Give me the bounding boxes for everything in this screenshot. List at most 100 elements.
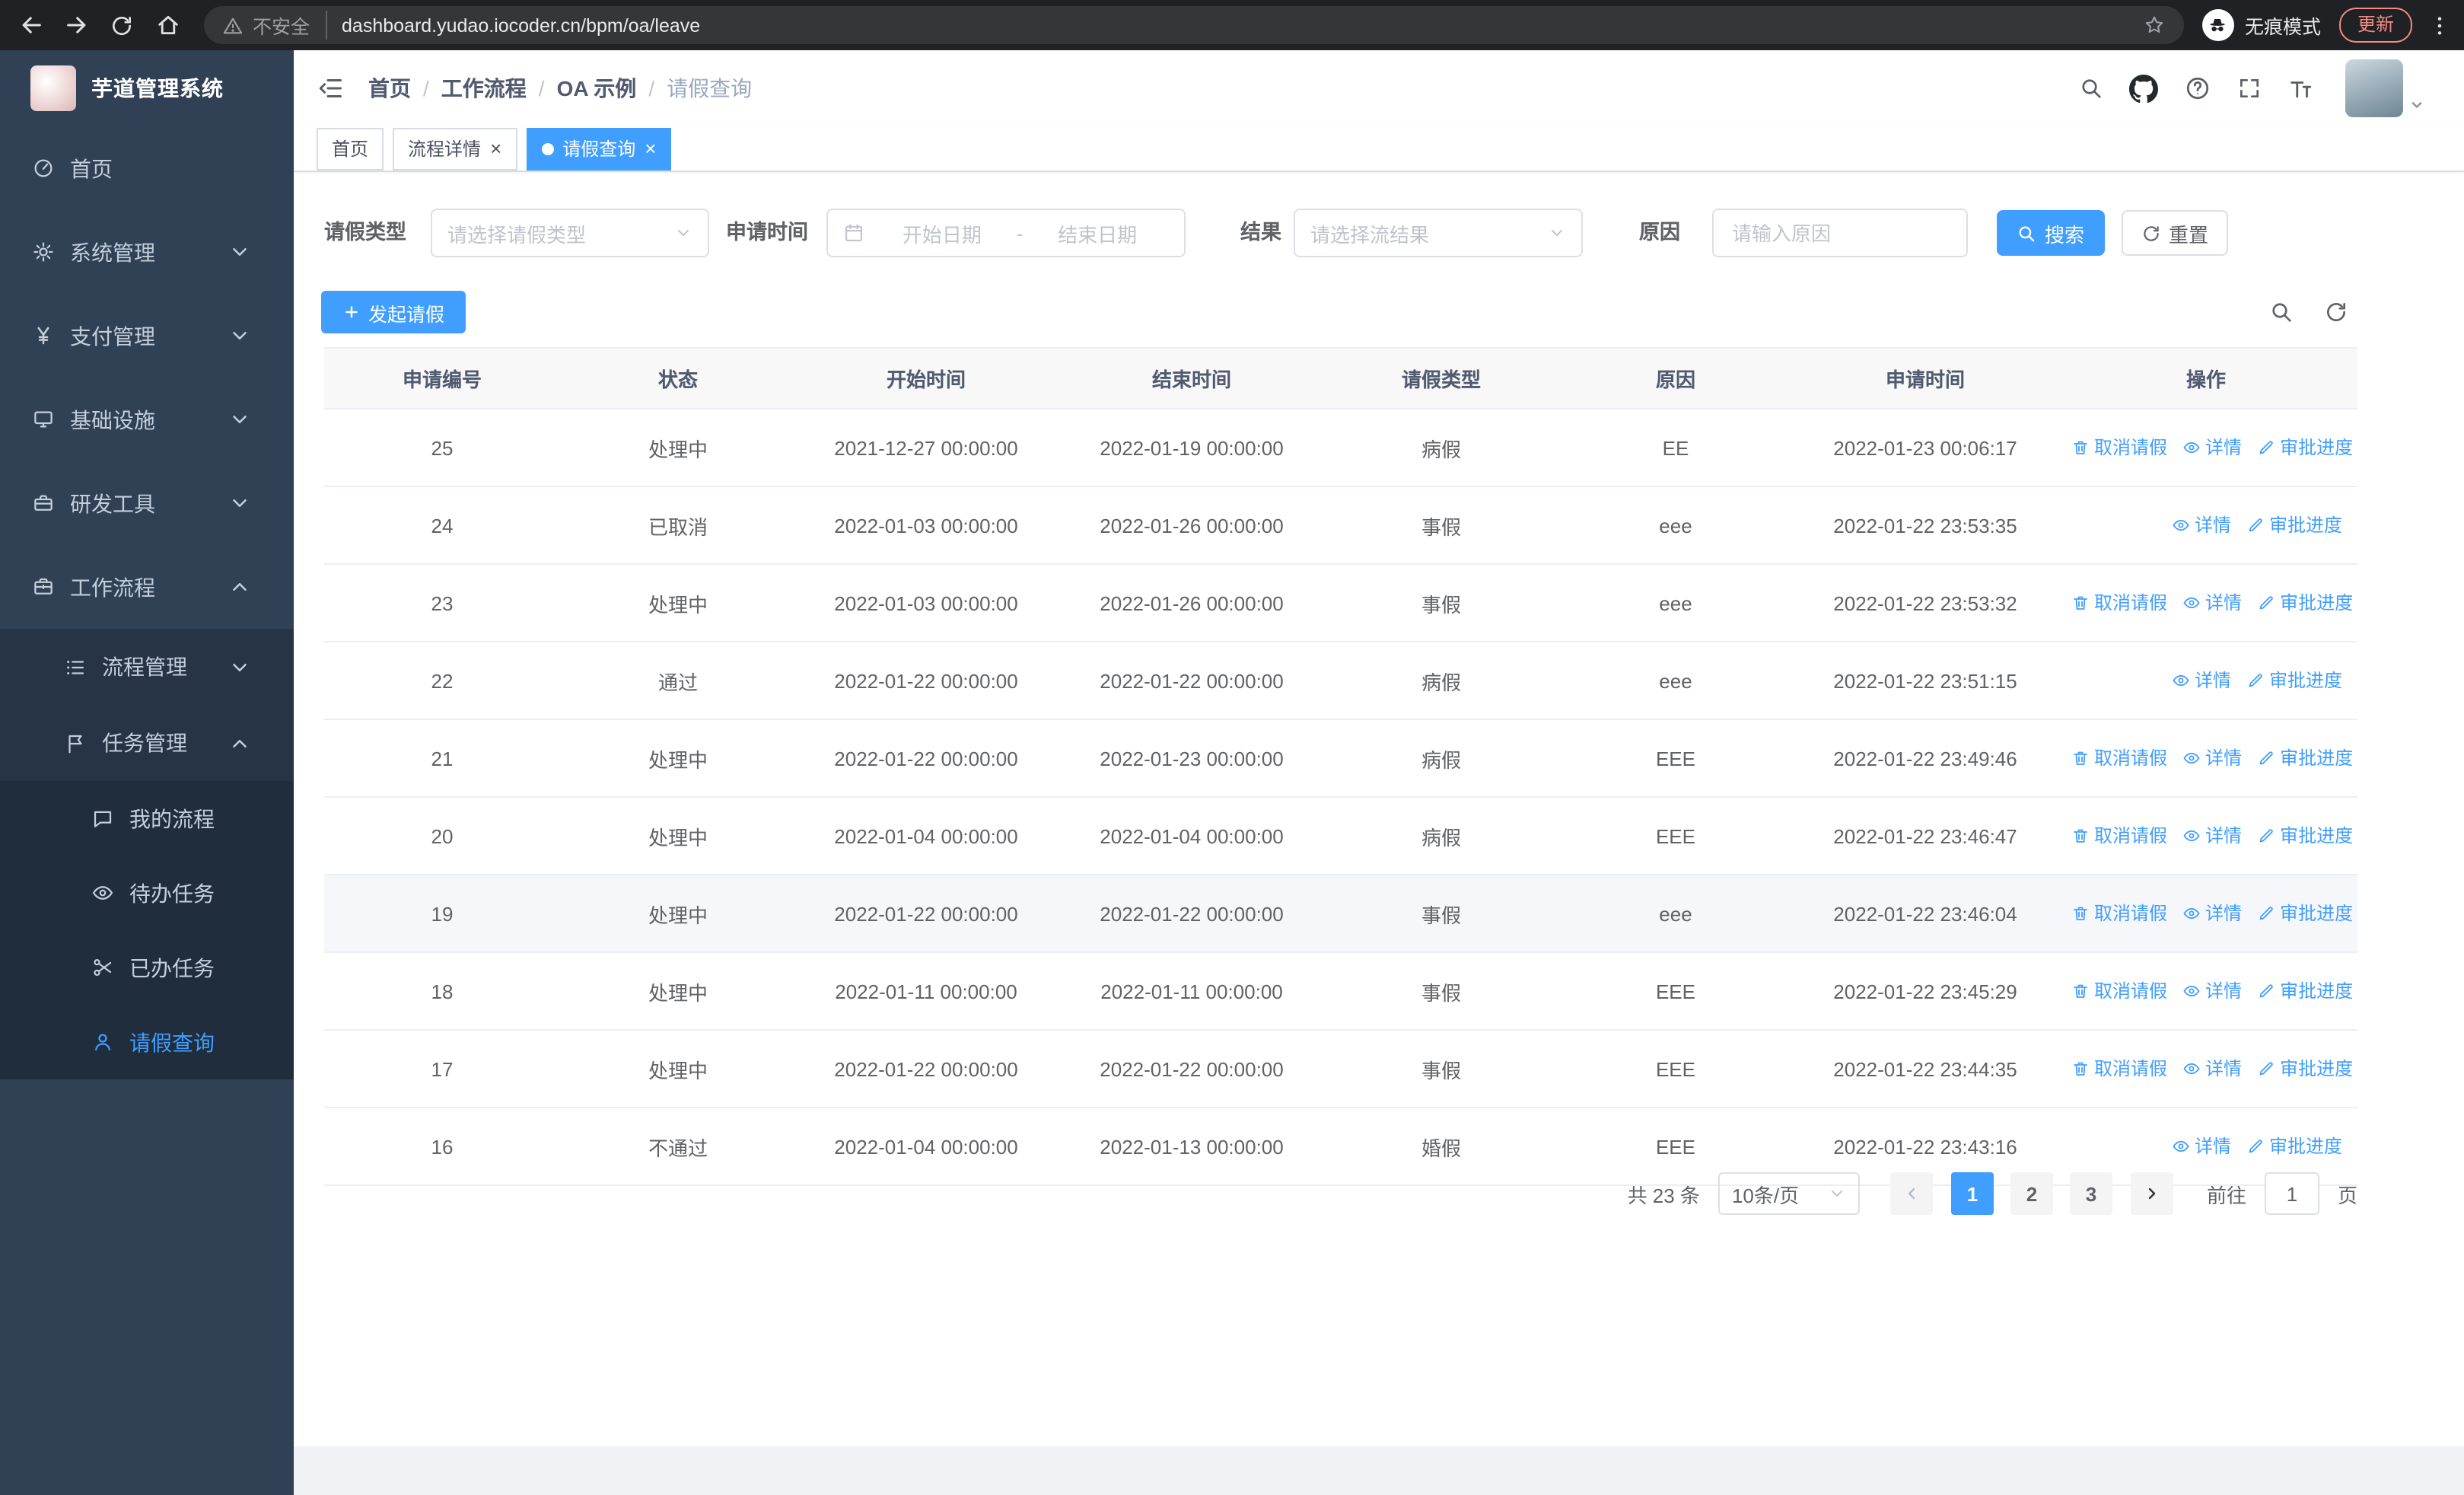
action-progress-link[interactable]: 审批进度 (2257, 435, 2353, 461)
page-button-1[interactable]: 1 (1950, 1172, 1994, 1215)
search-button[interactable]: 搜索 (1997, 210, 2105, 256)
leave-type-select[interactable]: 请选择请假类型 (431, 209, 709, 257)
sidebar-item-workflow[interactable]: 工作流程 (0, 545, 294, 629)
back-button[interactable] (9, 4, 52, 46)
action-progress-link[interactable]: 审批进度 (2246, 668, 2342, 693)
action-cancel-link[interactable]: 取消请假 (2071, 823, 2167, 849)
table-row: 23 处理中 2022-01-03 00:00:00 2022-01-26 00:00… (324, 564, 2357, 642)
cell-id: 17 (324, 1030, 560, 1108)
security-chip[interactable]: 不安全 (222, 11, 327, 40)
action-progress-link[interactable]: 审批进度 (2257, 901, 2353, 926)
page-size-select[interactable]: 10条/页 (1717, 1172, 1860, 1215)
search-toggle-icon[interactable] (2269, 300, 2294, 332)
sidebar-item-todo-tasks[interactable]: 待办任务 (0, 856, 294, 930)
github-icon[interactable] (2129, 74, 2158, 103)
action-cancel-link[interactable]: 取消请假 (2071, 978, 2167, 1004)
header-search-icon[interactable] (2079, 76, 2103, 100)
start-date-input[interactable]: 开始日期 (871, 218, 1014, 247)
user-menu[interactable] (2345, 59, 2424, 117)
fullscreen-icon[interactable] (2237, 76, 2262, 100)
prev-page-button[interactable] (1889, 1172, 1933, 1215)
goto-page-input[interactable] (2264, 1172, 2319, 1215)
sidebar-item-payment-management[interactable]: 支付管理 (0, 294, 294, 378)
action-progress-link[interactable]: 审批进度 (2246, 1133, 2342, 1159)
pagination-total: 共 23 条 (1627, 1184, 1700, 1207)
sidebar-item-dev-tools[interactable]: 研发工具 (0, 461, 294, 545)
sidebar-item-process-management[interactable]: 流程管理 (0, 629, 294, 705)
action-progress-link[interactable]: 审批进度 (2257, 590, 2353, 616)
action-detail-link[interactable]: 详情 (2182, 435, 2242, 461)
tab-item[interactable]: 首页 (317, 127, 384, 170)
tab-item[interactable]: 请假查询 × (526, 127, 672, 170)
action-detail-link[interactable]: 详情 (2182, 901, 2242, 926)
action-cancel-link[interactable]: 取消请假 (2071, 435, 2167, 461)
apply-time-range[interactable]: 开始日期 - 结束日期 (826, 209, 1186, 257)
sidebar-item-infrastructure[interactable]: 基础设施 (0, 378, 294, 461)
sidebar-item-leave-query[interactable]: 请假查询 (0, 1005, 294, 1079)
create-leave-button[interactable]: 发起请假 (321, 291, 466, 333)
action-detail-link[interactable]: 详情 (2182, 745, 2242, 771)
action-detail-link[interactable]: 详情 (2182, 823, 2242, 849)
cell-applied: 2022-01-23 00:06:17 (1796, 409, 2055, 487)
sidebar-item-my-process[interactable]: 我的流程 (0, 781, 294, 856)
action-label: 审批进度 (2280, 437, 2354, 459)
browser-menu-icon[interactable] (2427, 13, 2452, 37)
action-cancel-link[interactable]: 取消请假 (2071, 1056, 2167, 1082)
sidebar-item-done-tasks[interactable]: 已办任务 (0, 930, 294, 1005)
breadcrumb-item[interactable]: 首页 (368, 73, 411, 104)
update-button[interactable]: 更新 (2338, 8, 2412, 43)
action-cancel-link[interactable]: 取消请假 (2071, 590, 2167, 616)
sidebar-item-system-management[interactable]: 系统管理 (0, 210, 294, 294)
action-detail-link[interactable]: 详情 (2172, 1133, 2231, 1159)
breadcrumb-item[interactable]: 工作流程 (441, 73, 527, 104)
help-icon[interactable] (2184, 75, 2211, 102)
end-date-input[interactable]: 结束日期 (1026, 218, 1169, 247)
action-cancel-link[interactable]: 取消请假 (2071, 901, 2167, 926)
action-detail-link[interactable]: 详情 (2172, 668, 2231, 693)
url-bar[interactable]: 不安全 dashboard.yudao.iocoder.cn/bpm/oa/le… (204, 6, 2184, 44)
action-progress-link[interactable]: 审批进度 (2257, 745, 2353, 771)
breadcrumb-item[interactable]: OA 示例 (557, 73, 637, 104)
action-progress-link[interactable]: 审批进度 (2257, 823, 2353, 849)
next-page-button[interactable] (2130, 1172, 2173, 1215)
action-detail-link[interactable]: 详情 (2182, 590, 2242, 616)
reset-button[interactable]: 重置 (2122, 210, 2228, 256)
action-cancel-link[interactable]: 取消请假 (2071, 745, 2167, 771)
home-button[interactable] (146, 4, 189, 46)
action-progress-link[interactable]: 审批进度 (2257, 1056, 2353, 1082)
bookmark-star-icon[interactable] (2143, 14, 2166, 37)
action-progress-link[interactable]: 审批进度 (2246, 512, 2342, 538)
cell-start: 2022-01-04 00:00:00 (796, 797, 1056, 875)
close-tab-icon[interactable]: × (490, 139, 501, 158)
pen-icon (2257, 438, 2275, 457)
page-button-2[interactable]: 2 (2010, 1172, 2053, 1215)
trash-icon (2071, 438, 2090, 457)
table-refresh-icon[interactable] (2324, 300, 2348, 332)
eye-icon (2172, 516, 2190, 534)
sidebar-item-label: 待办任务 (129, 881, 215, 905)
action-label: 审批进度 (2280, 748, 2354, 770)
action-detail-link[interactable]: 详情 (2182, 1056, 2242, 1082)
cell-reason: EEE (1555, 1030, 1796, 1108)
page-button-3[interactable]: 3 (2069, 1172, 2112, 1215)
reason-input[interactable] (1712, 209, 1968, 257)
cell-reason: eee (1555, 564, 1796, 642)
action-detail-link[interactable]: 详情 (2172, 512, 2231, 538)
close-tab-icon[interactable]: × (645, 139, 656, 158)
forward-button[interactable] (55, 4, 97, 46)
result-select[interactable]: 请选择流结果 (1294, 209, 1583, 257)
cell-end: 2022-01-22 00:00:00 (1056, 1030, 1327, 1108)
reload-button[interactable] (100, 4, 143, 46)
user-icon (91, 1031, 114, 1054)
trash-icon (2071, 982, 2090, 1000)
action-progress-link[interactable]: 审批进度 (2257, 978, 2353, 1004)
action-detail-link[interactable]: 详情 (2182, 978, 2242, 1004)
home-icon (154, 12, 180, 38)
sidebar-item-task-management[interactable]: 任务管理 (0, 705, 294, 781)
collapse-sidebar-icon[interactable] (317, 75, 344, 102)
font-size-icon[interactable] (2287, 75, 2313, 101)
sidebar-item-home[interactable]: 首页 (0, 126, 294, 210)
tab-item[interactable]: 流程详情 × (393, 127, 517, 170)
chevron-up-icon (228, 732, 251, 754)
chevron-left-icon (1902, 1184, 1921, 1203)
